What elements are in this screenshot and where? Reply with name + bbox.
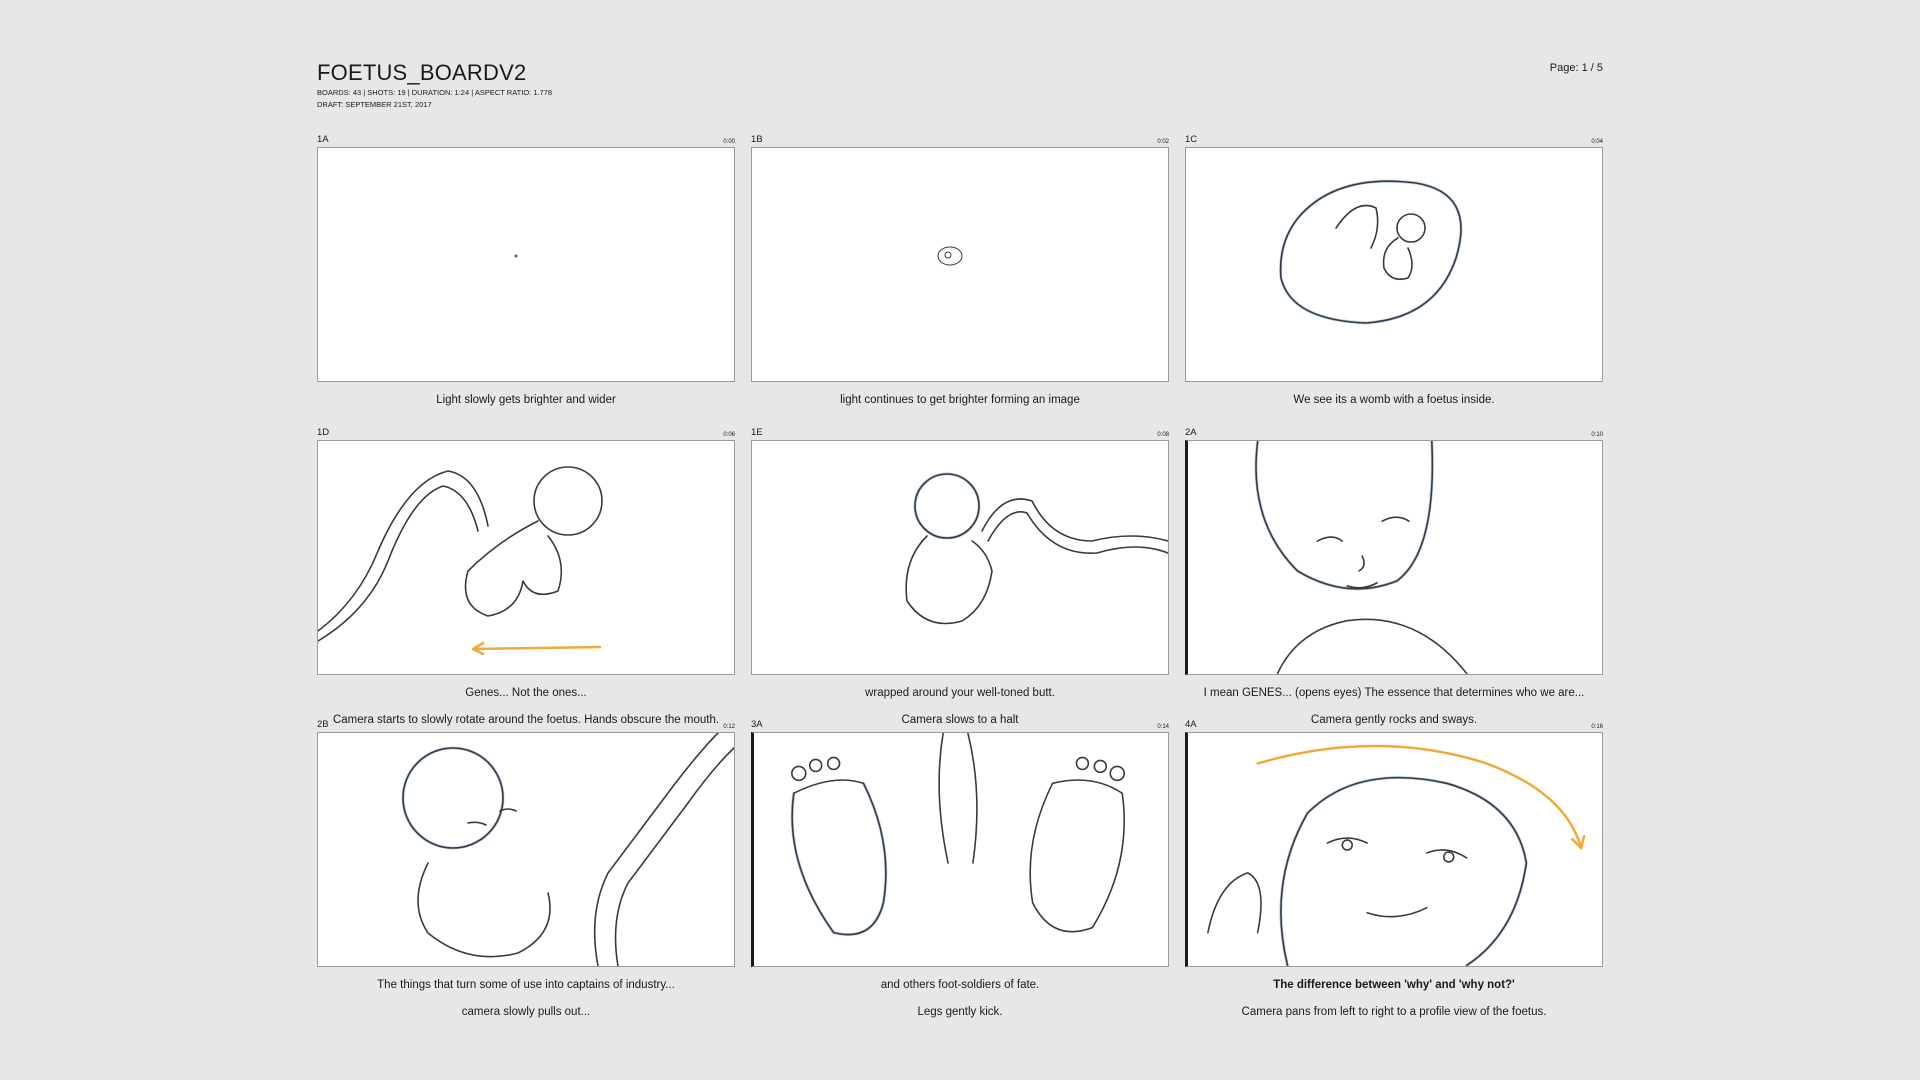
board-time: 0:08: [1157, 432, 1169, 438]
board-time: 0:16: [1591, 724, 1603, 730]
document-title: FOETUS_BOARDV2: [317, 60, 527, 85]
board-3a[interactable]: 3A 0:14 and others foot-soldiers of fate…: [751, 718, 1169, 1019]
board-frame[interactable]: [1185, 732, 1603, 967]
sketch-light-dot: [514, 254, 518, 258]
board-time: 0:12: [723, 724, 735, 730]
board-id: 2B: [317, 719, 329, 730]
board-action: camera slowly pulls out...: [461, 1006, 591, 1018]
board-dialogue: Genes... Not the ones...: [465, 687, 587, 699]
board-frame[interactable]: [751, 147, 1169, 382]
board-dialogue: and others foot-soldiers of fate.: [880, 979, 1040, 991]
board-id: 1B: [751, 134, 763, 145]
board-frame[interactable]: [751, 732, 1169, 967]
board-id: 1A: [317, 134, 329, 145]
board-id: 1C: [1185, 134, 1198, 145]
board-stats: BOARDS: 43 | SHOTS: 19 | DURATION: 1:24 …: [317, 88, 553, 97]
board-time: 0:04: [1591, 139, 1603, 145]
board-id: 4A: [1185, 719, 1197, 730]
board-dialogue: We see its a womb with a foetus inside.: [1293, 394, 1495, 406]
board-1a[interactable]: 1A 0:00 Light slowly gets brighter and w…: [317, 133, 735, 407]
board-frame[interactable]: [1185, 147, 1603, 382]
board-4a[interactable]: 4A 0:16 The difference between 'why' and…: [1185, 718, 1603, 1019]
board-1e[interactable]: 1E 0:08 wrapped around your well-toned b…: [751, 426, 1169, 727]
board-time: 0:00: [723, 139, 735, 145]
board-dialogue: The things that turn some of use into ca…: [377, 979, 675, 991]
sketch-foetus-feet: [790, 733, 1126, 937]
board-1c[interactable]: 1C 0:04 We see its a womb with a foetus …: [1185, 133, 1603, 407]
board-time: 0:10: [1591, 432, 1603, 438]
board-action: Legs gently kick.: [917, 1006, 1003, 1018]
board-2a[interactable]: 2A 0:10 I mean GENES... (opens eyes) The…: [1185, 426, 1603, 727]
board-id: 1D: [317, 427, 330, 438]
sketch-foetus-pan: [1207, 744, 1586, 966]
sketch-foetus-cord-left: [318, 466, 603, 656]
board-frame[interactable]: [1185, 440, 1603, 675]
page-number: Page: 1 / 5: [1549, 62, 1603, 74]
board-dialogue: The difference between 'why' and 'why no…: [1273, 979, 1515, 991]
draft-date: DRAFT: SEPTEMBER 21ST, 2017: [317, 100, 432, 109]
board-frame[interactable]: [317, 440, 735, 675]
board-id: 1E: [751, 427, 763, 438]
sketch-foetus-pull-out: [401, 733, 734, 966]
sketch-foetus-cord-right: [905, 472, 1168, 625]
board-frame[interactable]: [751, 440, 1169, 675]
board-dialogue: wrapped around your well-toned butt.: [865, 687, 1055, 699]
sketch-small-womb: [937, 246, 963, 266]
board-1d[interactable]: 1D 0:06 Genes... Not the ones... Camera …: [317, 426, 735, 727]
board-id: 3A: [751, 719, 763, 730]
sketch-foetus-face: [1254, 441, 1468, 674]
board-1b[interactable]: 1B 0:02 light continues to get brighter …: [751, 133, 1169, 407]
board-time: 0:14: [1157, 724, 1169, 730]
board-action: Camera pans from left to right to a prof…: [1241, 1006, 1547, 1018]
board-id: 2A: [1185, 427, 1197, 438]
board-header: FOETUS_BOARDV2 BOARDS: 43 | SHOTS: 19 | …: [317, 60, 552, 110]
board-time: 0:06: [723, 432, 735, 438]
board-2b[interactable]: 2B 0:12 The things that turn some of use…: [317, 718, 735, 1019]
board-dialogue: I mean GENES... (opens eyes) The essence…: [1203, 687, 1585, 699]
board-dialogue: Light slowly gets brighter and wider: [436, 394, 616, 406]
board-frame[interactable]: [317, 732, 735, 967]
board-time: 0:02: [1157, 139, 1169, 145]
sketch-womb-foetus: [1279, 179, 1463, 325]
board-dialogue: light continues to get brighter forming …: [840, 394, 1080, 406]
board-frame[interactable]: [317, 147, 735, 382]
